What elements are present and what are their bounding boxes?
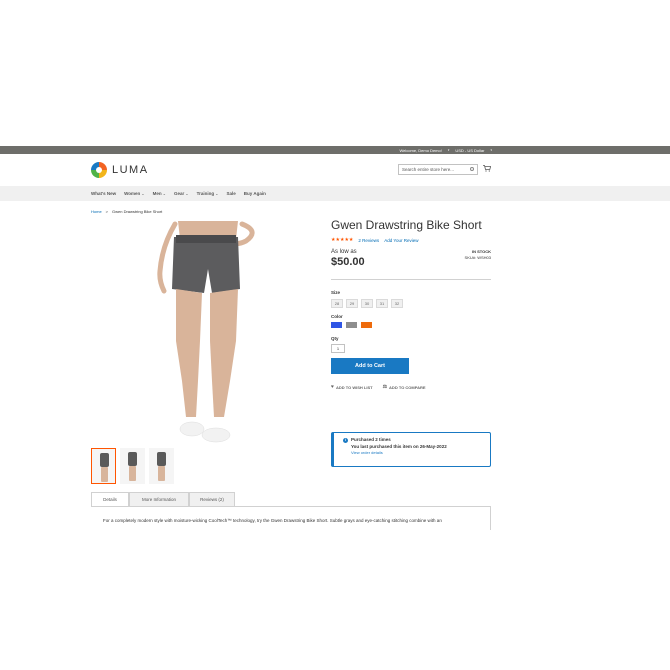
thumbnail-figure [128, 452, 137, 466]
nav-item-training[interactable]: Training⌄ [197, 191, 219, 196]
nav-item-label: Buy Again [243, 191, 266, 196]
thumbnail-3[interactable] [149, 448, 174, 484]
size-option-28[interactable]: 28 [331, 299, 343, 308]
sku-label: SKU#: WSH03 [464, 255, 491, 260]
size-option-30[interactable]: 30 [361, 299, 373, 308]
thumbnail-2[interactable] [120, 448, 145, 484]
add-review-link[interactable]: Add Your Review [384, 238, 418, 243]
add-to-wishlist-link[interactable]: ♥ ADD TO WISH LIST [331, 384, 373, 390]
stock-status: IN STOCK [471, 249, 491, 254]
thumbnail-legs [158, 466, 165, 481]
nav-item-label: Gear [173, 191, 185, 196]
search-placeholder: Search entire store here... [402, 167, 455, 172]
breadcrumb: Home > Gwen Drawstring Bike Short [91, 209, 162, 214]
product-title: Gwen Drawstring Bike Short [331, 218, 482, 232]
heart-icon: ♥ [331, 384, 334, 390]
add-to-cart-button[interactable]: Add to Cart [331, 358, 409, 374]
rating-stars-icon: ★★★★★ [331, 237, 354, 243]
purchase-count: Purchased 2 times [351, 437, 391, 442]
view-order-link[interactable]: View order details [351, 450, 484, 455]
compare-icon: ⚖ [382, 384, 388, 390]
cart-icon[interactable] [483, 165, 491, 172]
size-option-29[interactable]: 29 [346, 299, 358, 308]
nav-item-what-s-new[interactable]: What's New [91, 191, 116, 196]
logo-icon [91, 162, 107, 178]
color-swatch[interactable] [361, 322, 372, 328]
thumbnail-figure [100, 453, 109, 467]
breadcrumb-current: Gwen Drawstring Bike Short [112, 209, 163, 214]
main-nav: What's New Women⌄ Men⌄ Gear⌄ Training⌄ Sale Bu… [0, 186, 670, 201]
wishlist-label: ADD TO WISH LIST [335, 384, 373, 390]
tab-details[interactable]: Details [91, 492, 129, 507]
thumbnail-strip [91, 448, 174, 484]
size-option-32[interactable]: 32 [391, 299, 403, 308]
nav-item-label: What's New [91, 191, 117, 196]
nav-item-gear[interactable]: Gear⌄ [174, 191, 189, 196]
chevron-down-icon: ⌄ [162, 191, 166, 196]
size-option-31[interactable]: 31 [376, 299, 388, 308]
color-options [331, 322, 491, 328]
thumbnail-legs [129, 466, 136, 481]
chevron-down-icon: ▾ [490, 148, 492, 152]
chevron-down-icon: ⌄ [141, 191, 145, 196]
reviews-link[interactable]: 2 Reviews [358, 238, 379, 243]
divider [331, 279, 491, 280]
tab-more-information[interactable]: More Information [129, 492, 189, 507]
purchase-notice: i Purchased 2 times You last purchased t… [331, 432, 491, 467]
nav-item-label: Women [124, 191, 141, 196]
top-links: Welcome, Demo Demo! ▾ USD - US Dollar ▾ [399, 146, 492, 154]
logo-text: LUMA [112, 164, 149, 176]
nav-item-men[interactable]: Men⌄ [153, 191, 166, 196]
top-bar: Welcome, Demo Demo! ▾ USD - US Dollar ▾ [0, 146, 670, 154]
chevron-down-icon: ⌄ [185, 191, 189, 196]
nav-item-label: Sale [226, 191, 236, 196]
compare-label: ADD TO COMPARE [389, 384, 426, 390]
thumbnail-1[interactable] [91, 448, 116, 484]
header: LUMA Search entire store here... [0, 154, 670, 186]
search-input[interactable]: Search entire store here... [398, 164, 478, 175]
qty-label: Qty [331, 336, 339, 341]
product-description: For a completely modern style with moist… [103, 518, 442, 523]
qty-input[interactable]: 1 [331, 344, 345, 353]
product-image[interactable] [150, 221, 270, 445]
product-info: Gwen Drawstring Bike Short ★★★★★ 2 Revie… [331, 219, 491, 390]
currency-switcher[interactable]: USD - US Dollar [455, 148, 484, 153]
color-swatch[interactable] [346, 322, 357, 328]
breadcrumb-separator: > [105, 209, 109, 214]
nav-item-sale[interactable]: Sale [226, 191, 235, 196]
thumbnail-legs [101, 467, 108, 482]
color-label: Color [331, 314, 343, 319]
welcome-message[interactable]: Welcome, Demo Demo! [399, 148, 441, 153]
product-tabs: Details More Information Reviews (2) [91, 492, 235, 507]
size-options: 28 29 30 31 32 [331, 299, 491, 308]
chevron-down-icon: ⌄ [215, 191, 219, 196]
info-icon: i [343, 438, 348, 443]
rating-summary: ★★★★★ 2 Reviews Add Your Review [331, 237, 491, 243]
add-to-compare-link[interactable]: ⚖ ADD TO COMPARE [383, 384, 426, 390]
nav-item-women[interactable]: Women⌄ [124, 191, 145, 196]
logo[interactable]: LUMA [91, 162, 149, 178]
chevron-down-icon: ▾ [447, 148, 450, 152]
price-row: As low as $50.00 IN STOCK SKU#: WSH03 [331, 249, 491, 275]
color-swatch[interactable] [331, 322, 342, 328]
last-purchase-date: You last purchased this item on 26-May-2… [351, 444, 447, 449]
size-label: Size [331, 290, 341, 295]
tab-reviews[interactable]: Reviews (2) [189, 492, 235, 507]
nav-item-label: Men [152, 191, 162, 196]
nav-item-buy-again[interactable]: Buy Again [244, 191, 266, 196]
nav-item-label: Training [196, 191, 215, 196]
search-icon[interactable] [470, 167, 474, 171]
tab-panel-border [490, 506, 491, 530]
breadcrumb-home[interactable]: Home [91, 209, 102, 214]
tab-panel-border [91, 506, 491, 507]
thumbnail-figure [157, 452, 166, 466]
product-actions: ♥ ADD TO WISH LIST ⚖ ADD TO COMPARE [331, 384, 491, 390]
